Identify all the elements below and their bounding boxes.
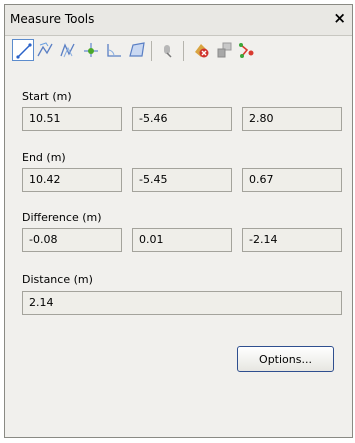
- point-path-icon[interactable]: [57, 39, 79, 61]
- measure-toolbar: [9, 39, 348, 69]
- start-x-field[interactable]: 10.51: [22, 107, 122, 131]
- shortest-distance-icon[interactable]: [80, 39, 102, 61]
- area-icon[interactable]: [126, 39, 148, 61]
- end-x-field[interactable]: 10.42: [22, 168, 122, 192]
- difference-x-field[interactable]: -0.08: [22, 228, 122, 252]
- start-label: Start (m): [22, 90, 72, 103]
- toolbar-separator: [183, 41, 184, 61]
- close-icon[interactable]: ×: [333, 10, 346, 26]
- start-y-field[interactable]: -5.46: [132, 107, 232, 131]
- point-to-point-icon[interactable]: [12, 39, 34, 61]
- difference-z-field[interactable]: -2.14: [242, 228, 342, 252]
- distance-label: Distance (m): [22, 273, 93, 286]
- transform-icon[interactable]: [213, 39, 235, 61]
- convert-to-redline-icon[interactable]: [236, 39, 258, 61]
- title-bar: Measure Tools ×: [5, 5, 352, 36]
- start-z-field[interactable]: 2.80: [242, 107, 342, 131]
- distance-field[interactable]: 2.14: [22, 291, 342, 315]
- toolbar-separator: [151, 41, 152, 61]
- point-line-icon[interactable]: [34, 39, 56, 61]
- options-button[interactable]: Options...: [237, 346, 334, 372]
- end-label: End (m): [22, 151, 66, 164]
- lock-icon[interactable]: [158, 39, 180, 61]
- end-z-field[interactable]: 0.67: [242, 168, 342, 192]
- difference-y-field[interactable]: 0.01: [132, 228, 232, 252]
- clear-icon[interactable]: [190, 39, 212, 61]
- window-title: Measure Tools: [10, 12, 95, 26]
- difference-label: Difference (m): [22, 211, 102, 224]
- angle-icon[interactable]: [103, 39, 125, 61]
- end-y-field[interactable]: -5.45: [132, 168, 232, 192]
